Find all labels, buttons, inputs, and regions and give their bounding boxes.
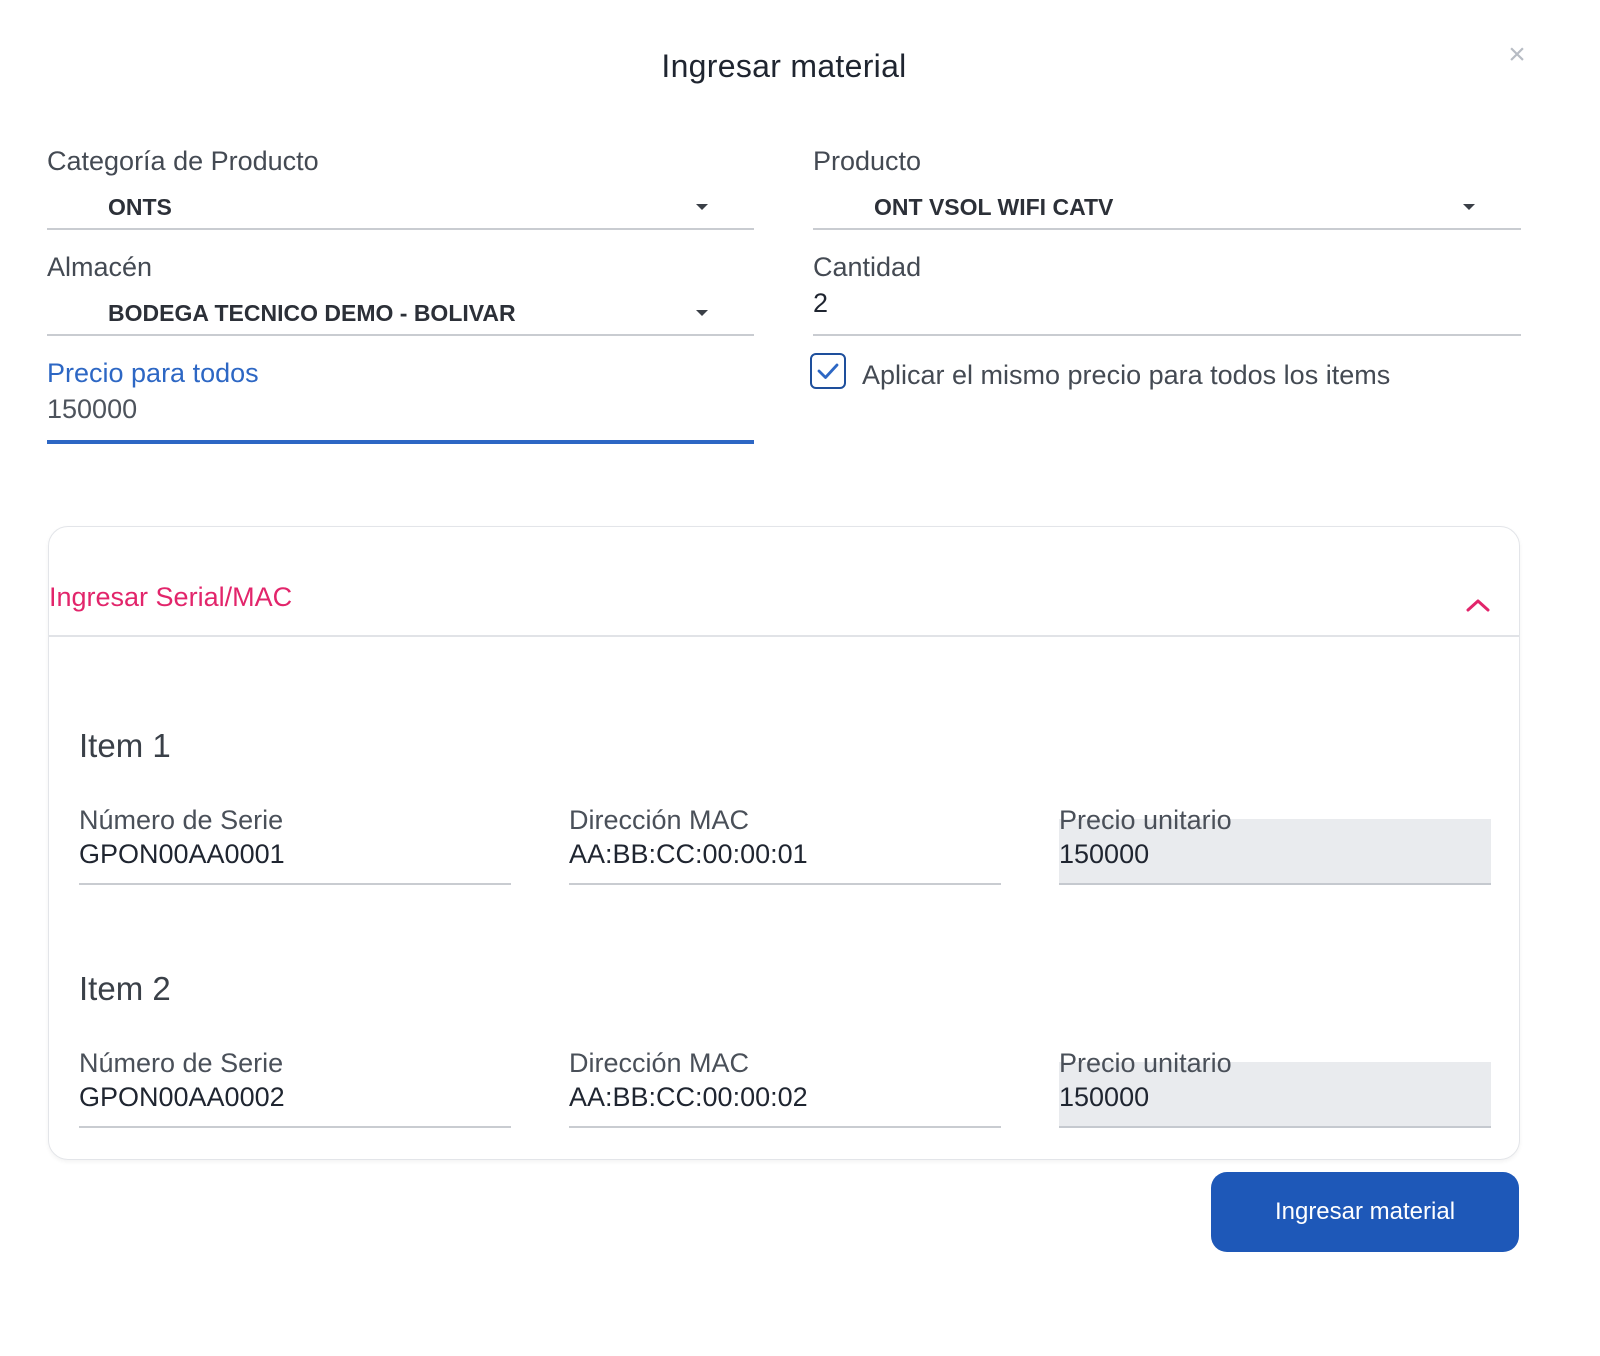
direccion-mac-field[interactable]: Dirección MAC AA:BB:CC:00:00:01 — [569, 805, 1001, 885]
close-icon[interactable]: × — [1500, 38, 1534, 72]
direccion-mac-value[interactable]: AA:BB:CC:00:00:01 — [569, 839, 808, 870]
numero-serie-field[interactable]: Número de Serie GPON00AA0001 — [79, 805, 511, 885]
categoria-value: ONTS — [108, 194, 172, 220]
direccion-mac-label: Dirección MAC — [569, 805, 750, 835]
precio-todos-field[interactable]: Precio para todos 150000 — [47, 358, 754, 444]
modal-title: Ingresar material — [661, 48, 907, 84]
producto-select[interactable]: Producto ONT VSOL WIFI CATV — [813, 146, 1521, 230]
direccion-mac-value[interactable]: AA:BB:CC:00:00:02 — [569, 1082, 808, 1113]
producto-label: Producto — [813, 146, 922, 176]
precio-todos-label: Precio para todos — [47, 358, 259, 388]
caret-down-icon — [1463, 204, 1475, 210]
serial-mac-panel-title: Ingresar Serial/MAC — [49, 582, 293, 612]
item-title: Item 2 — [79, 970, 171, 1007]
precio-unitario-value: 150000 — [1059, 1082, 1150, 1112]
serial-mac-panel-header[interactable]: Ingresar Serial/MAC — [49, 527, 1519, 637]
direccion-mac-label: Dirección MAC — [569, 1048, 750, 1078]
almacen-select[interactable]: Almacén BODEGA TECNICO DEMO - BOLIVAR — [47, 252, 754, 336]
cantidad-label: Cantidad — [813, 252, 922, 282]
almacen-value: BODEGA TECNICO DEMO - BOLIVAR — [108, 300, 516, 326]
cantidad-field[interactable]: Cantidad 2 — [813, 252, 1521, 336]
precio-unitario-field: Precio unitario 150000 — [1059, 1048, 1491, 1128]
serial-mac-panel: Ingresar Serial/MAC Item 1 Número de Ser… — [48, 526, 1520, 1160]
numero-serie-label: Número de Serie — [79, 1048, 284, 1078]
categoria-select[interactable]: Categoría de Producto ONTS — [47, 146, 754, 230]
numero-serie-field[interactable]: Número de Serie GPON00AA0002 — [79, 1048, 511, 1128]
ingresar-material-modal: Ingresar material × Categoría de Product… — [0, 0, 1568, 1329]
aplicar-mismo-precio-checkbox[interactable] — [810, 353, 846, 389]
precio-unitario-label: Precio unitario — [1059, 805, 1232, 835]
aplicar-mismo-precio-label[interactable]: Aplicar el mismo precio para todos los i… — [862, 360, 1390, 391]
cantidad-value[interactable]: 2 — [813, 288, 828, 319]
numero-serie-value[interactable]: GPON00AA0001 — [79, 839, 285, 870]
precio-unitario-value: 150000 — [1059, 839, 1150, 869]
ingresar-material-button[interactable]: Ingresar material — [1211, 1172, 1519, 1252]
producto-value: ONT VSOL WIFI CATV — [874, 194, 1114, 220]
checkmark-icon — [817, 363, 839, 379]
precio-unitario-field: Precio unitario 150000 — [1059, 805, 1491, 885]
caret-down-icon — [696, 310, 708, 316]
almacen-label: Almacén — [47, 252, 153, 282]
precio-todos-value[interactable]: 150000 — [47, 394, 137, 425]
caret-down-icon — [696, 204, 708, 210]
categoria-label: Categoría de Producto — [47, 146, 319, 176]
direccion-mac-field[interactable]: Dirección MAC AA:BB:CC:00:00:02 — [569, 1048, 1001, 1128]
precio-unitario-label: Precio unitario — [1059, 1048, 1232, 1078]
chevron-up-icon[interactable] — [1465, 597, 1491, 613]
numero-serie-value[interactable]: GPON00AA0002 — [79, 1082, 285, 1113]
numero-serie-label: Número de Serie — [79, 805, 284, 835]
item-title: Item 1 — [79, 727, 171, 764]
